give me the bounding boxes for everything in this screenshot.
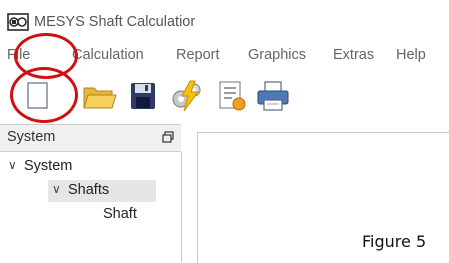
menu-bar: File Calculation Report Graphics Extras … <box>0 43 449 69</box>
save-disk-icon[interactable] <box>129 79 157 113</box>
new-document-icon[interactable] <box>26 79 50 113</box>
system-panel-header: System <box>0 124 181 152</box>
tree-item-label: Shafts <box>68 182 110 198</box>
menu-file[interactable]: File <box>7 47 30 63</box>
tree-item-system[interactable]: ∨ System <box>8 156 158 178</box>
tree-item-label: Shaft <box>103 206 137 222</box>
system-panel-title: System <box>7 129 56 145</box>
menu-extras[interactable]: Extras <box>333 47 374 63</box>
calculate-lightning-icon[interactable] <box>170 79 204 113</box>
system-tree: ∨ System ∨ Shafts Shaft <box>0 152 182 262</box>
window-title: MESYS Shaft Calculatior <box>34 14 196 30</box>
tree-item-shafts[interactable]: ∨ Shafts <box>52 180 156 202</box>
chevron-down-icon[interactable]: ∨ <box>52 182 61 196</box>
chevron-down-icon[interactable]: ∨ <box>8 158 17 172</box>
menu-report[interactable]: Report <box>176 47 220 63</box>
menu-calculation[interactable]: Calculation <box>72 47 144 63</box>
system-panel: System ∨ System ∨ Shafts Shaft <box>0 124 182 262</box>
mesys-app-icon <box>7 13 29 31</box>
tree-item-label: System <box>24 158 73 174</box>
figure-caption: Figure 5 <box>362 232 427 251</box>
tree-item-shaft[interactable]: Shaft <box>103 204 163 226</box>
open-folder-icon[interactable] <box>82 79 118 113</box>
menu-graphics[interactable]: Graphics <box>248 47 306 63</box>
title-bar: MESYS Shaft Calculatior <box>0 0 449 40</box>
menu-help[interactable]: Help <box>396 47 426 63</box>
restore-panel-icon[interactable] <box>162 131 174 143</box>
application-window: MESYS Shaft Calculatior File Calculation… <box>0 0 449 263</box>
print-icon[interactable] <box>256 79 290 113</box>
toolbar <box>0 74 449 118</box>
report-icon[interactable] <box>217 79 247 113</box>
